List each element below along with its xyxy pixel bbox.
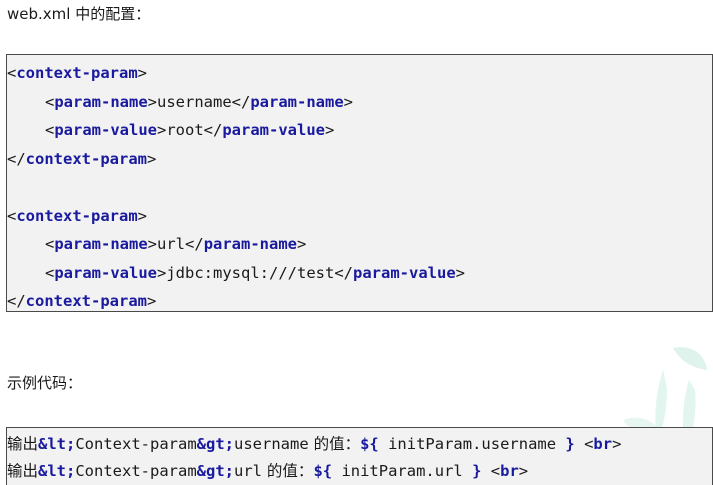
tag-name: context-param	[25, 149, 147, 168]
code-line-close-1: </context-param>	[7, 149, 157, 168]
example-line-2: 输出&lt;Context-param&gt;url 的值：${ initPar…	[7, 462, 529, 480]
tag-name: param-value	[353, 263, 456, 282]
el-expression: initParam.url	[332, 462, 473, 480]
el-open: ${	[360, 435, 379, 453]
tag-name: param-name	[203, 235, 298, 253]
tag-name: context-param	[16, 64, 138, 82]
br-tag: br	[500, 462, 519, 480]
param-name-value: url	[157, 235, 186, 253]
xml-code-block: <context-param> <param-name>username</pa…	[6, 54, 713, 312]
param-value-value: root	[166, 121, 204, 139]
example-code-block: 输出&lt;Context-param&gt;username 的值：${ in…	[6, 427, 713, 485]
param-name-value: username	[157, 92, 232, 111]
entity-gt: &gt;	[196, 462, 234, 480]
heading-example: 示例代码：	[7, 374, 83, 392]
value-label: 的值：	[308, 435, 361, 453]
context-param-text: Context-param	[75, 435, 197, 453]
entity-lt: &lt;	[38, 462, 76, 480]
context-param-text: Context-param	[75, 462, 197, 480]
tag-name: param-name	[250, 92, 344, 111]
param-name-text: username	[234, 435, 309, 453]
el-close: }	[565, 435, 575, 453]
tag-name: param-value	[222, 121, 325, 139]
code-line-param-name-2: <param-name>url</param-name>	[45, 235, 307, 253]
code-line-open-1: <context-param>	[7, 64, 148, 82]
tag-name: context-param	[16, 206, 138, 225]
param-name-text: url	[234, 462, 262, 480]
code-line-param-name-1: <param-name>username</param-name>	[45, 92, 354, 111]
output-prefix: 输出	[7, 435, 39, 453]
heading-config: web.xml 中的配置：	[7, 5, 151, 23]
br-tag: br	[593, 435, 613, 453]
el-open: ${	[313, 462, 333, 480]
entity-gt: &gt;	[196, 435, 234, 453]
tag-name: param-name	[54, 235, 148, 253]
tag-name: param-value	[54, 263, 157, 282]
param-value-value: jdbc:mysql:///test	[166, 263, 335, 282]
example-line-1: 输出&lt;Context-param&gt;username 的值：${ in…	[7, 435, 622, 453]
output-prefix: 输出	[7, 462, 39, 480]
el-close: }	[472, 462, 482, 480]
code-line-param-value-1: <param-value>root</param-value>	[45, 121, 335, 139]
code-line-param-value-2: <param-value>jdbc:mysql:///test</param-v…	[45, 263, 465, 282]
code-line-close-2: </context-param>	[7, 292, 157, 310]
tag-name: param-value	[54, 121, 157, 139]
tag-name: context-param	[25, 292, 147, 310]
value-label: 的值：	[262, 462, 314, 480]
tag-name: param-name	[54, 92, 148, 111]
el-expression: initParam.username	[378, 435, 566, 453]
code-line-open-2: <context-param>	[7, 206, 148, 225]
entity-lt: &lt;	[38, 435, 76, 453]
